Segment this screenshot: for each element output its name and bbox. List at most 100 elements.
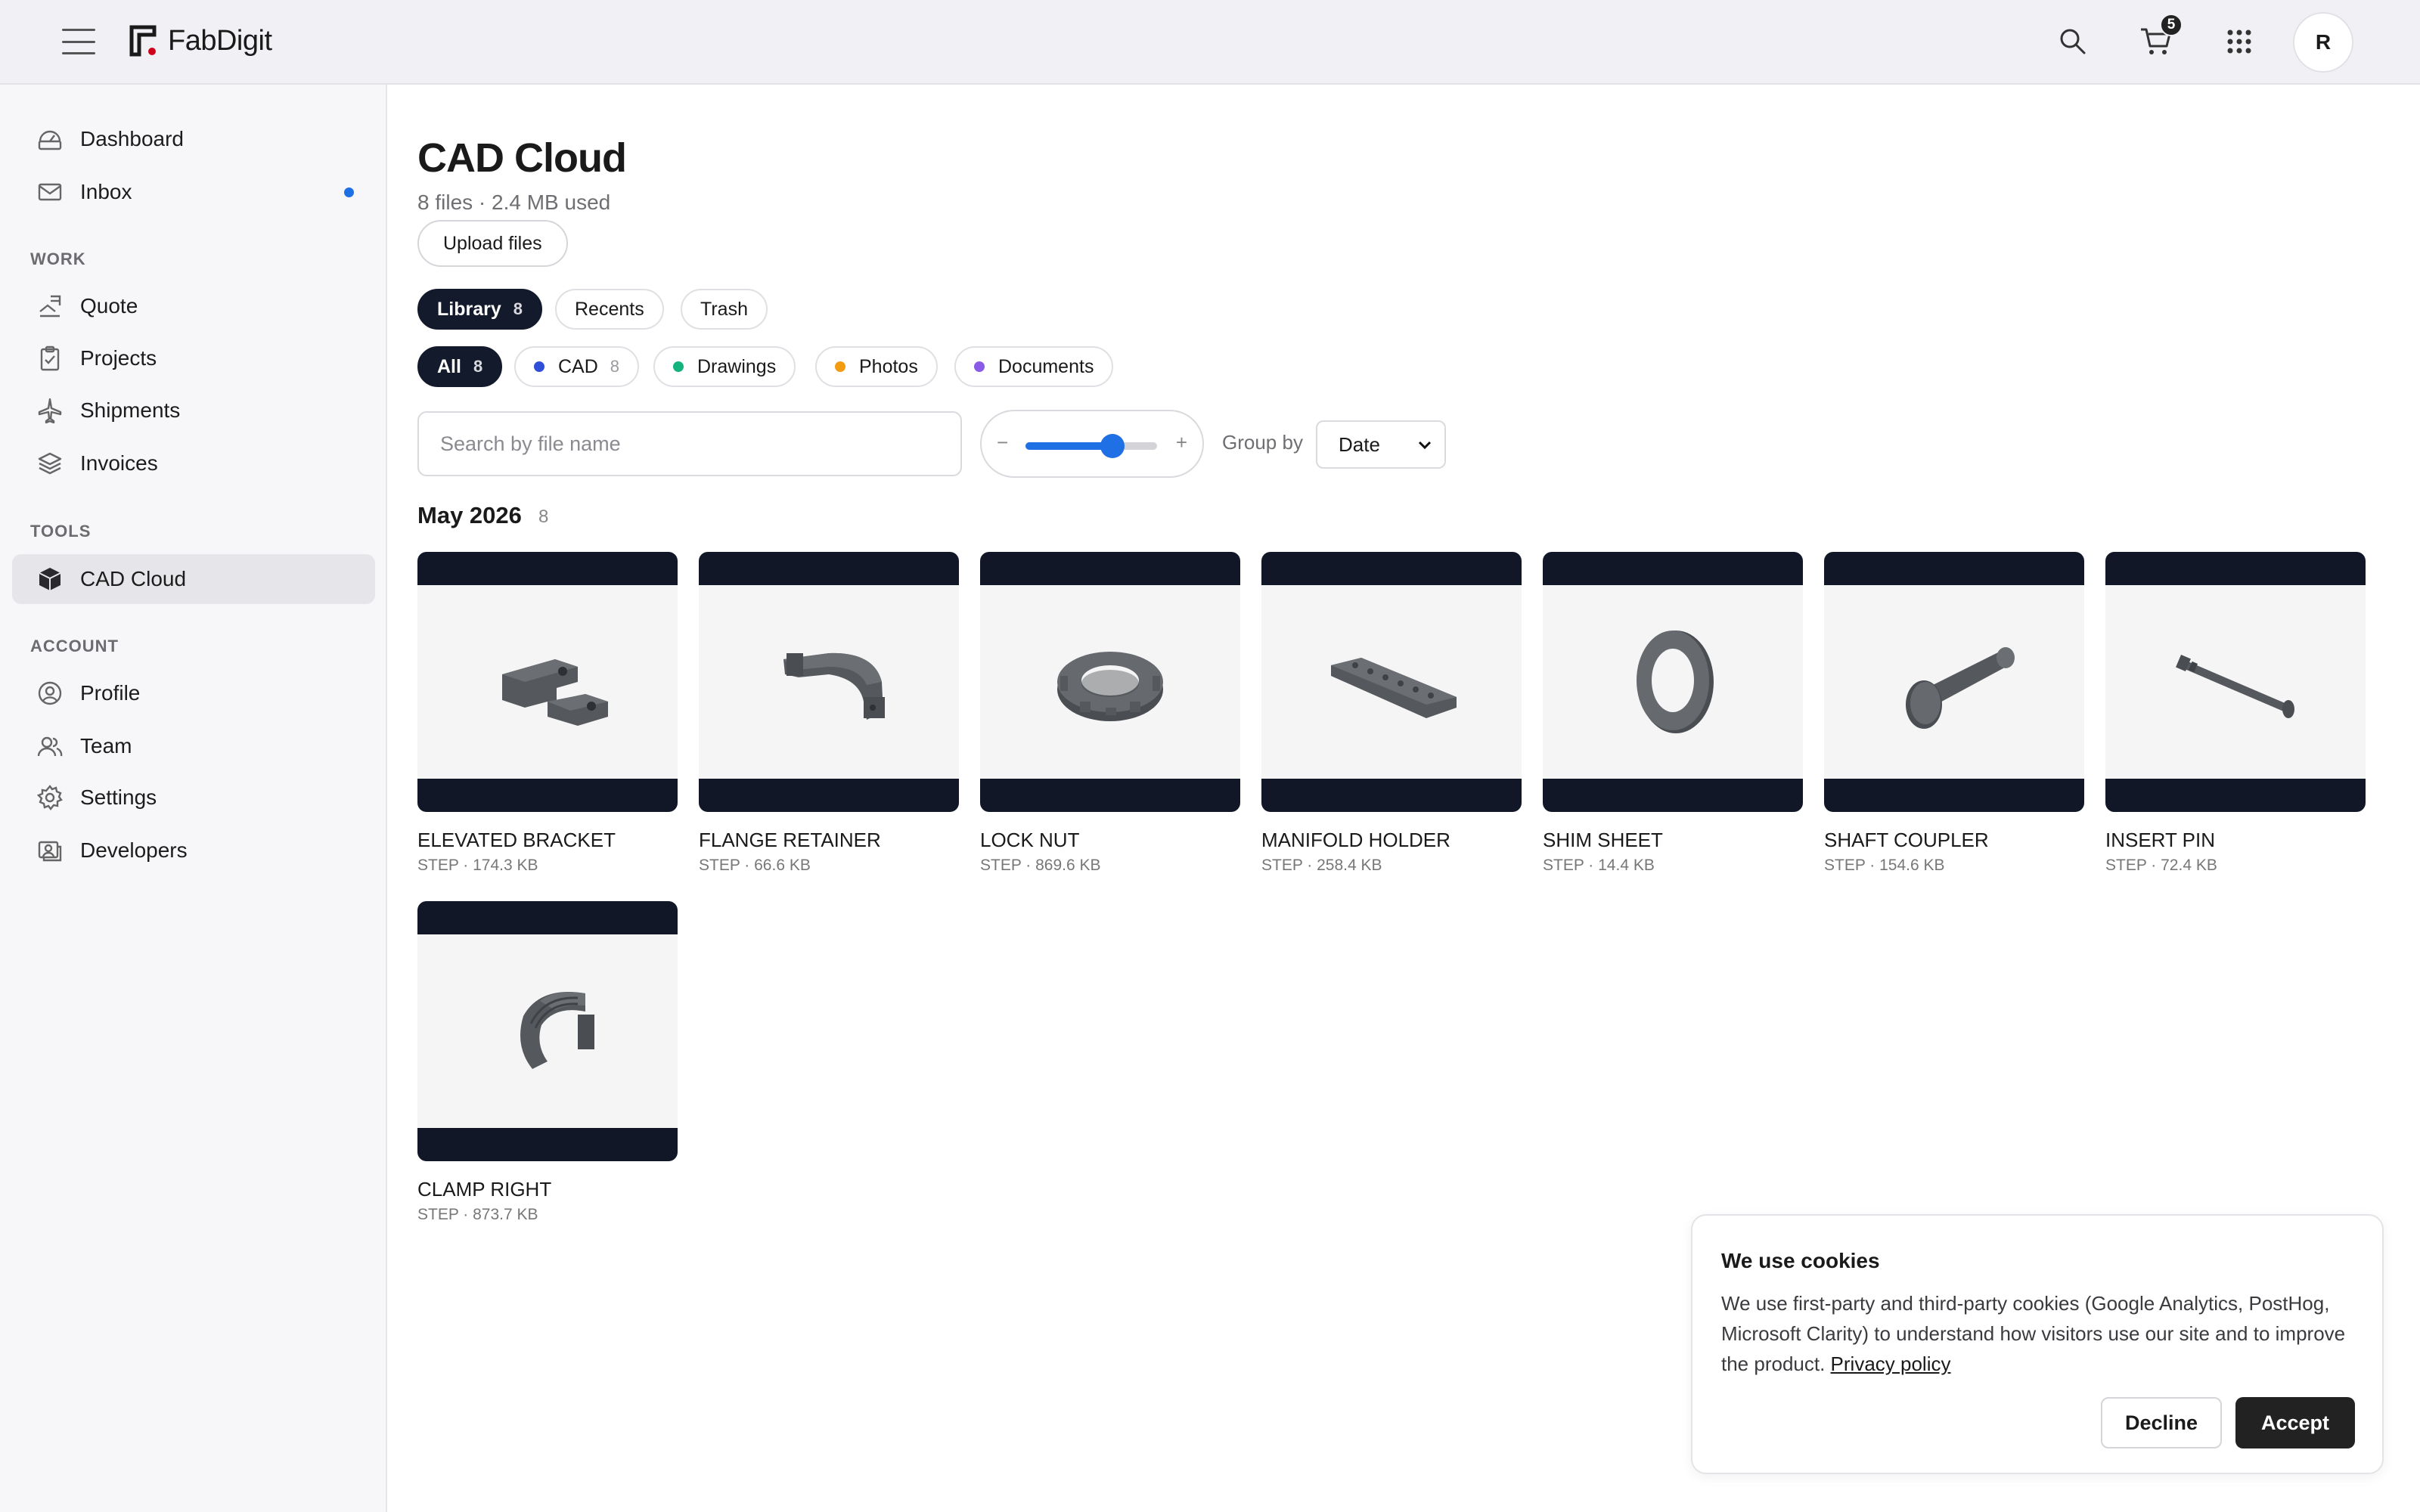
privacy-policy-link[interactable]: Privacy policy — [1831, 1352, 1951, 1375]
file-name: CLAMP RIGHT — [417, 1178, 552, 1201]
cube-icon — [36, 565, 64, 593]
file-card[interactable]: CLAMP RIGHT STEP · 873.7 KB — [417, 901, 678, 1224]
sidebar-item-dashboard[interactable]: Dashboard — [12, 114, 375, 164]
cad-preview — [1824, 585, 2084, 779]
tab-library[interactable]: Library 8 — [417, 289, 543, 330]
sidebar-item-cad-cloud[interactable]: CAD Cloud — [12, 554, 375, 604]
filter-label: All — [437, 355, 461, 377]
chevron-down-icon — [1418, 441, 1432, 450]
file-name: ELEVATED BRACKET — [417, 829, 616, 851]
sidebar-item-team[interactable]: Team — [12, 721, 375, 771]
file-name: FLANGE RETAINER — [699, 829, 881, 851]
file-thumbnail — [699, 552, 959, 812]
tab-trash[interactable]: Trash — [681, 289, 768, 330]
sidebar-item-settings[interactable]: Settings — [12, 773, 375, 823]
retainer-model-icon — [783, 652, 885, 720]
file-thumbnail — [417, 901, 678, 1161]
dashboard-icon — [36, 125, 64, 153]
upload-files-button[interactable]: Upload files — [417, 220, 568, 267]
zoom-in-button[interactable]: + — [1176, 431, 1187, 454]
file-card[interactable]: ELEVATED BRACKET STEP · 174.3 KB — [417, 552, 678, 875]
filter-documents[interactable]: Documents — [954, 346, 1114, 387]
accept-button[interactable]: Accept — [2235, 1397, 2355, 1448]
group-by-select[interactable]: Date — [1316, 420, 1446, 469]
decline-button[interactable]: Decline — [2101, 1397, 2222, 1448]
cookie-consent-banner: We use cookies We use first-party and th… — [1691, 1214, 2384, 1474]
group-heading: May 2026 — [417, 502, 522, 528]
section-label-work: WORK — [30, 249, 86, 268]
file-meta: STEP · 174.3 KB — [417, 857, 538, 874]
storage-summary: 8 files · 2.4 MB used — [417, 191, 611, 214]
file-card[interactable]: SHAFT COUPLER STEP · 154.6 KB — [1824, 552, 2084, 875]
sidebar-item-label: Team — [80, 734, 132, 758]
sidebar-item-inbox[interactable]: Inbox — [12, 167, 375, 217]
file-name: SHIM SHEET — [1543, 829, 1663, 851]
filter-cad[interactable]: CAD 8 — [514, 346, 640, 387]
thumbnail-size-control: − + — [980, 410, 1204, 478]
sidebar-item-invoices[interactable]: Invoices — [12, 438, 375, 488]
sidebar-item-projects[interactable]: Projects — [12, 333, 375, 383]
search-icon[interactable] — [2054, 23, 2092, 60]
sidebar: Dashboard Inbox WORK Quote Projects Ship… — [0, 85, 387, 1512]
filter-drawings[interactable]: Drawings — [653, 346, 796, 387]
zoom-out-button[interactable]: − — [997, 431, 1008, 454]
filter-all[interactable]: All 8 — [417, 346, 503, 387]
file-name: LOCK NUT — [980, 829, 1080, 851]
group-by-label: Group by — [1222, 431, 1303, 454]
page-title: CAD Cloud — [417, 135, 627, 181]
ring-model-icon — [1637, 631, 1714, 733]
avatar[interactable]: R — [2293, 12, 2353, 73]
nut-model-icon — [1057, 652, 1163, 721]
top-bar: FabDigit 5 R — [0, 0, 2420, 85]
file-name: MANIFOLD HOLDER — [1261, 829, 1450, 851]
tab-recents[interactable]: Recents — [555, 289, 664, 330]
cad-preview — [699, 585, 959, 779]
clamp-model-icon — [520, 992, 594, 1069]
tab-label: Recents — [575, 298, 644, 320]
file-card[interactable]: FLANGE RETAINER STEP · 66.6 KB — [699, 552, 959, 875]
file-meta: STEP · 14.4 KB — [1543, 857, 1655, 874]
brand-logo[interactable]: FabDigit — [129, 24, 272, 57]
cookie-description: We use first-party and third-party cooki… — [1721, 1288, 2364, 1379]
cart-button[interactable]: 5 — [2137, 14, 2183, 60]
sidebar-item-label: Shipments — [80, 398, 181, 422]
file-name: SHAFT COUPLER — [1824, 829, 1989, 851]
tab-count: 8 — [513, 299, 523, 318]
filter-photos[interactable]: Photos — [815, 346, 938, 387]
cad-preview — [2105, 585, 2366, 779]
gear-icon — [36, 784, 64, 811]
search-input[interactable] — [417, 411, 962, 476]
hamburger-icon[interactable] — [62, 29, 95, 54]
sidebar-item-profile[interactable]: Profile — [12, 668, 375, 718]
file-thumbnail — [980, 552, 1240, 812]
sidebar-item-shipments[interactable]: Shipments — [12, 386, 375, 435]
sidebar-item-label: Inbox — [80, 180, 132, 203]
file-meta: STEP · 66.6 KB — [699, 857, 811, 874]
mail-icon — [36, 178, 64, 206]
plane-icon — [36, 397, 64, 424]
sidebar-item-label: Projects — [80, 346, 157, 370]
tab-label: Trash — [700, 298, 748, 320]
file-meta: STEP · 72.4 KB — [2105, 857, 2217, 874]
file-card[interactable]: MANIFOLD HOLDER STEP · 258.4 KB — [1261, 552, 1522, 875]
zoom-slider-track[interactable] — [1025, 434, 1157, 458]
documents-color-dot — [974, 361, 985, 372]
sidebar-item-label: Dashboard — [80, 127, 184, 150]
sidebar-item-label: Quote — [80, 294, 138, 318]
cookie-text: We use first-party and third-party cooki… — [1721, 1292, 2346, 1375]
sidebar-item-quote[interactable]: Quote — [12, 281, 375, 331]
sidebar-item-developers[interactable]: Developers — [12, 826, 375, 875]
file-meta: STEP · 869.6 KB — [980, 857, 1101, 874]
tab-label: Library — [437, 298, 501, 320]
sidebar-item-label: Profile — [80, 681, 141, 705]
developer-icon — [36, 837, 64, 864]
file-card[interactable]: INSERT PIN STEP · 72.4 KB — [2105, 552, 2366, 875]
zoom-slider-thumb[interactable] — [1100, 434, 1125, 458]
file-card[interactable]: SHIM SHEET STEP · 14.4 KB — [1543, 552, 1803, 875]
file-card[interactable]: LOCK NUT STEP · 869.6 KB — [980, 552, 1240, 875]
group-count: 8 — [538, 507, 549, 527]
cad-preview — [1543, 585, 1803, 779]
apps-grid-icon[interactable] — [2220, 23, 2258, 60]
filter-label: Documents — [998, 355, 1094, 377]
brand-name: FabDigit — [168, 24, 272, 57]
